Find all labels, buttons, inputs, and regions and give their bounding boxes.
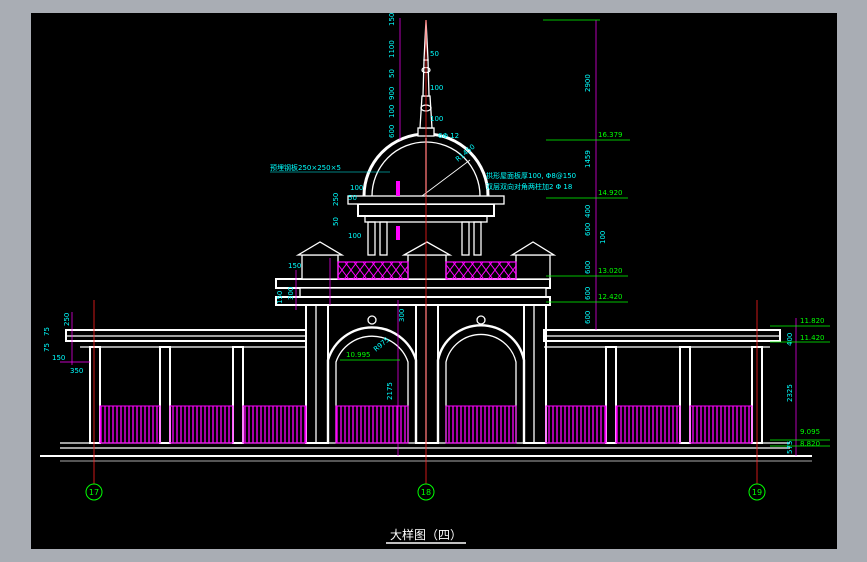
dim-text: 2900 bbox=[584, 74, 592, 92]
cad-viewport: 17 18 19 150 1100 50 900 100 600 50 100 … bbox=[0, 0, 867, 562]
dim-text: 100 bbox=[599, 231, 607, 244]
dim-text: 100 bbox=[348, 232, 361, 240]
dim-text: 250 bbox=[332, 193, 340, 206]
dim-text: 50 bbox=[332, 217, 340, 226]
dim-text: 600 bbox=[584, 287, 592, 300]
level-text: 16.379 bbox=[598, 131, 623, 139]
dim-text: 100 bbox=[388, 105, 396, 118]
dim-text: 300 bbox=[287, 287, 295, 300]
level-text: 9.095 bbox=[800, 428, 820, 436]
dim-text: 1459 bbox=[584, 150, 592, 168]
dim-text: 600 bbox=[584, 223, 592, 236]
drawing-title: 大样图（四） bbox=[390, 527, 462, 542]
annotation: 6Φ 12 bbox=[438, 132, 459, 140]
dim-text: 75 bbox=[43, 327, 51, 336]
dim-text: 50 bbox=[388, 69, 396, 78]
dim-text: 575 bbox=[786, 441, 794, 454]
dim-text: 75 bbox=[43, 343, 51, 352]
dim-text: 2325 bbox=[786, 384, 794, 402]
level-text: 12.420 bbox=[598, 293, 623, 301]
level-text: 13.020 bbox=[598, 267, 623, 275]
level-text: 14.920 bbox=[598, 189, 623, 197]
dim-text: 300 bbox=[398, 309, 406, 322]
dim-text: 250 bbox=[63, 313, 71, 326]
dim-text: 150 bbox=[388, 13, 396, 26]
dim-text: 400 bbox=[786, 333, 794, 346]
level-text: 10.995 bbox=[346, 351, 371, 359]
dim-text: 2175 bbox=[386, 382, 394, 400]
dim-text: 150 bbox=[288, 262, 301, 270]
dim-text: 150 bbox=[276, 291, 284, 304]
dim-text: 50 bbox=[348, 194, 357, 202]
annotation: 预埋钢板250×250×5 bbox=[270, 163, 341, 172]
dim-text: 50 bbox=[430, 50, 439, 58]
annotation: 拱形屋面板厚100, Φ8@150 bbox=[486, 171, 576, 180]
dim-text: 100 bbox=[430, 84, 443, 92]
axis-label: 17 bbox=[89, 488, 99, 497]
annotation: 双层双向对角两柱加2 Φ 18 bbox=[486, 182, 572, 191]
dim-text: 400 bbox=[584, 205, 592, 218]
elevation-drawing: 17 18 19 150 1100 50 900 100 600 50 100 … bbox=[31, 13, 837, 549]
dim-text: 900 bbox=[388, 87, 396, 100]
axis-label: 18 bbox=[421, 488, 431, 497]
dim-text: 100 bbox=[430, 115, 443, 123]
dim-text: 600 bbox=[388, 125, 396, 138]
level-text: 11.420 bbox=[800, 334, 825, 342]
dim-text: 100 bbox=[350, 184, 363, 192]
dim-text: 600 bbox=[584, 311, 592, 324]
axis-label: 19 bbox=[752, 488, 762, 497]
dim-text: 600 bbox=[584, 261, 592, 274]
dim-text: 150 bbox=[52, 354, 65, 362]
level-text: 11.820 bbox=[800, 317, 825, 325]
dim-text: 350 bbox=[70, 367, 83, 375]
level-text: 8.820 bbox=[800, 440, 820, 448]
dim-text: 1100 bbox=[388, 40, 396, 58]
